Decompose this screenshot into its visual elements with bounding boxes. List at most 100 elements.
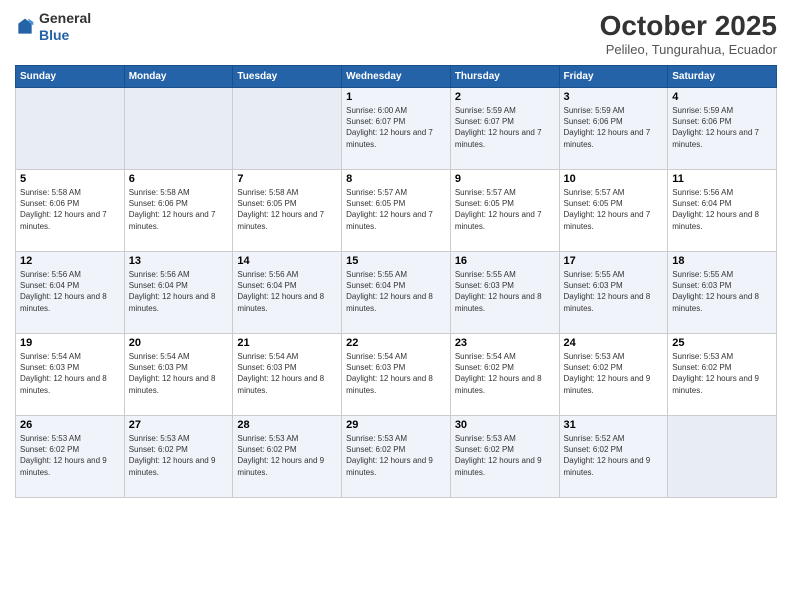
calendar-day-cell: 23 Sunrise: 5:54 AMSunset: 6:02 PMDayligh… bbox=[450, 334, 559, 416]
day-info: Sunrise: 5:57 AMSunset: 6:05 PMDaylight:… bbox=[346, 187, 446, 232]
day-number: 10 bbox=[564, 173, 664, 185]
day-number: 30 bbox=[455, 419, 555, 431]
day-info: Sunrise: 5:53 AMSunset: 6:02 PMDaylight:… bbox=[564, 351, 664, 396]
weekday-header-row: SundayMondayTuesdayWednesdayThursdayFrid… bbox=[16, 66, 777, 88]
calendar-day-cell bbox=[668, 416, 777, 498]
day-info: Sunrise: 5:53 AMSunset: 6:02 PMDaylight:… bbox=[455, 433, 555, 478]
day-number: 6 bbox=[129, 173, 229, 185]
day-number: 24 bbox=[564, 337, 664, 349]
calendar-day-cell: 7 Sunrise: 5:58 AMSunset: 6:05 PMDaylight… bbox=[233, 170, 342, 252]
calendar-week-row: 1Sunrise: 6:00 AMSunset: 6:07 PMDaylight… bbox=[16, 88, 777, 170]
calendar-day-cell: 29 Sunrise: 5:53 AMSunset: 6:02 PMDayligh… bbox=[342, 416, 451, 498]
calendar-day-cell: 30 Sunrise: 5:53 AMSunset: 6:02 PMDayligh… bbox=[450, 416, 559, 498]
day-info: Sunrise: 5:59 AMSunset: 6:06 PMDaylight:… bbox=[672, 105, 772, 150]
calendar-day-cell: 2 Sunrise: 5:59 AMSunset: 6:07 PMDaylight… bbox=[450, 88, 559, 170]
calendar-day-cell: 16 Sunrise: 5:55 AMSunset: 6:03 PMDayligh… bbox=[450, 252, 559, 334]
weekday-header-cell: Tuesday bbox=[233, 66, 342, 88]
day-number: 23 bbox=[455, 337, 555, 349]
calendar-day-cell: 21Sunrise: 5:54 AMSunset: 6:03 PMDayligh… bbox=[233, 334, 342, 416]
day-number: 14 bbox=[237, 255, 337, 267]
calendar-day-cell: 12 Sunrise: 5:56 AMSunset: 6:04 PMDayligh… bbox=[16, 252, 125, 334]
calendar-week-row: 26 Sunrise: 5:53 AMSunset: 6:02 PMDayligh… bbox=[16, 416, 777, 498]
day-info: Sunrise: 5:53 AMSunset: 6:02 PMDaylight:… bbox=[129, 433, 229, 478]
calendar-day-cell: 15Sunrise: 5:55 AMSunset: 6:04 PMDayligh… bbox=[342, 252, 451, 334]
day-number: 8 bbox=[346, 173, 446, 185]
day-info: Sunrise: 5:56 AMSunset: 6:04 PMDaylight:… bbox=[20, 269, 120, 314]
logo-blue-text: Blue bbox=[39, 27, 69, 43]
day-number: 20 bbox=[129, 337, 229, 349]
calendar-table: SundayMondayTuesdayWednesdayThursdayFrid… bbox=[15, 65, 777, 498]
header: General Blue October 2025 Pelileo, Tungu… bbox=[15, 10, 777, 57]
day-info: Sunrise: 5:58 AMSunset: 6:05 PMDaylight:… bbox=[237, 187, 337, 232]
title-block: October 2025 Pelileo, Tungurahua, Ecuado… bbox=[600, 10, 777, 57]
weekday-header-cell: Sunday bbox=[16, 66, 125, 88]
calendar-day-cell: 4 Sunrise: 5:59 AMSunset: 6:06 PMDaylight… bbox=[668, 88, 777, 170]
day-number: 7 bbox=[237, 173, 337, 185]
day-info: Sunrise: 5:56 AMSunset: 6:04 PMDaylight:… bbox=[672, 187, 772, 232]
calendar-day-cell: 8 Sunrise: 5:57 AMSunset: 6:05 PMDaylight… bbox=[342, 170, 451, 252]
calendar-day-cell: 5 Sunrise: 5:58 AMSunset: 6:06 PMDaylight… bbox=[16, 170, 125, 252]
day-info: Sunrise: 5:57 AMSunset: 6:05 PMDaylight:… bbox=[564, 187, 664, 232]
day-number: 25 bbox=[672, 337, 772, 349]
day-info: Sunrise: 5:57 AMSunset: 6:05 PMDaylight:… bbox=[455, 187, 555, 232]
weekday-header-cell: Monday bbox=[124, 66, 233, 88]
weekday-header-cell: Friday bbox=[559, 66, 668, 88]
location-subtitle: Pelileo, Tungurahua, Ecuador bbox=[600, 42, 777, 57]
calendar-day-cell: 6 Sunrise: 5:58 AMSunset: 6:06 PMDaylight… bbox=[124, 170, 233, 252]
calendar-day-cell: 14 Sunrise: 5:56 AMSunset: 6:04 PMDayligh… bbox=[233, 252, 342, 334]
day-info: Sunrise: 5:54 AMSunset: 6:03 PMDaylight:… bbox=[346, 351, 446, 396]
calendar-page: General Blue October 2025 Pelileo, Tungu… bbox=[0, 0, 792, 612]
calendar-day-cell: 17Sunrise: 5:55 AMSunset: 6:03 PMDayligh… bbox=[559, 252, 668, 334]
day-number: 4 bbox=[672, 91, 772, 103]
day-number: 26 bbox=[20, 419, 120, 431]
day-info: Sunrise: 5:53 AMSunset: 6:02 PMDaylight:… bbox=[672, 351, 772, 396]
calendar-body: 1Sunrise: 6:00 AMSunset: 6:07 PMDaylight… bbox=[16, 88, 777, 498]
logo-general-text: General bbox=[39, 10, 91, 26]
day-number: 29 bbox=[346, 419, 446, 431]
day-info: Sunrise: 5:58 AMSunset: 6:06 PMDaylight:… bbox=[20, 187, 120, 232]
calendar-day-cell: 13Sunrise: 5:56 AMSunset: 6:04 PMDayligh… bbox=[124, 252, 233, 334]
calendar-day-cell: 11 Sunrise: 5:56 AMSunset: 6:04 PMDayligh… bbox=[668, 170, 777, 252]
calendar-day-cell: 24 Sunrise: 5:53 AMSunset: 6:02 PMDayligh… bbox=[559, 334, 668, 416]
day-info: Sunrise: 5:55 AMSunset: 6:03 PMDaylight:… bbox=[455, 269, 555, 314]
calendar-day-cell bbox=[233, 88, 342, 170]
day-number: 11 bbox=[672, 173, 772, 185]
day-info: Sunrise: 5:53 AMSunset: 6:02 PMDaylight:… bbox=[20, 433, 120, 478]
day-info: Sunrise: 5:59 AMSunset: 6:07 PMDaylight:… bbox=[455, 105, 555, 150]
day-info: Sunrise: 5:54 AMSunset: 6:02 PMDaylight:… bbox=[455, 351, 555, 396]
day-info: Sunrise: 5:54 AMSunset: 6:03 PMDaylight:… bbox=[20, 351, 120, 396]
day-number: 16 bbox=[455, 255, 555, 267]
day-info: Sunrise: 5:53 AMSunset: 6:02 PMDaylight:… bbox=[346, 433, 446, 478]
calendar-day-cell: 19 Sunrise: 5:54 AMSunset: 6:03 PMDayligh… bbox=[16, 334, 125, 416]
calendar-day-cell: 1Sunrise: 6:00 AMSunset: 6:07 PMDaylight… bbox=[342, 88, 451, 170]
calendar-day-cell: 28 Sunrise: 5:53 AMSunset: 6:02 PMDayligh… bbox=[233, 416, 342, 498]
calendar-week-row: 5 Sunrise: 5:58 AMSunset: 6:06 PMDaylight… bbox=[16, 170, 777, 252]
calendar-day-cell: 26 Sunrise: 5:53 AMSunset: 6:02 PMDayligh… bbox=[16, 416, 125, 498]
calendar-week-row: 19 Sunrise: 5:54 AMSunset: 6:03 PMDayligh… bbox=[16, 334, 777, 416]
calendar-day-cell: 27Sunrise: 5:53 AMSunset: 6:02 PMDayligh… bbox=[124, 416, 233, 498]
day-number: 28 bbox=[237, 419, 337, 431]
calendar-week-row: 12 Sunrise: 5:56 AMSunset: 6:04 PMDayligh… bbox=[16, 252, 777, 334]
day-info: Sunrise: 6:00 AMSunset: 6:07 PMDaylight:… bbox=[346, 105, 446, 150]
day-info: Sunrise: 5:53 AMSunset: 6:02 PMDaylight:… bbox=[237, 433, 337, 478]
calendar-day-cell: 18Sunrise: 5:55 AMSunset: 6:03 PMDayligh… bbox=[668, 252, 777, 334]
day-number: 19 bbox=[20, 337, 120, 349]
weekday-header-cell: Wednesday bbox=[342, 66, 451, 88]
day-info: Sunrise: 5:52 AMSunset: 6:02 PMDaylight:… bbox=[564, 433, 664, 478]
day-number: 2 bbox=[455, 91, 555, 103]
day-info: Sunrise: 5:58 AMSunset: 6:06 PMDaylight:… bbox=[129, 187, 229, 232]
logo: General Blue bbox=[15, 10, 91, 44]
day-number: 18 bbox=[672, 255, 772, 267]
calendar-day-cell: 31 Sunrise: 5:52 AMSunset: 6:02 PMDayligh… bbox=[559, 416, 668, 498]
day-number: 17 bbox=[564, 255, 664, 267]
calendar-day-cell: 25 Sunrise: 5:53 AMSunset: 6:02 PMDayligh… bbox=[668, 334, 777, 416]
day-number: 13 bbox=[129, 255, 229, 267]
day-number: 15 bbox=[346, 255, 446, 267]
calendar-day-cell: 9Sunrise: 5:57 AMSunset: 6:05 PMDaylight… bbox=[450, 170, 559, 252]
day-info: Sunrise: 5:56 AMSunset: 6:04 PMDaylight:… bbox=[237, 269, 337, 314]
day-number: 12 bbox=[20, 255, 120, 267]
day-number: 3 bbox=[564, 91, 664, 103]
day-number: 31 bbox=[564, 419, 664, 431]
calendar-day-cell: 20Sunrise: 5:54 AMSunset: 6:03 PMDayligh… bbox=[124, 334, 233, 416]
day-number: 5 bbox=[20, 173, 120, 185]
